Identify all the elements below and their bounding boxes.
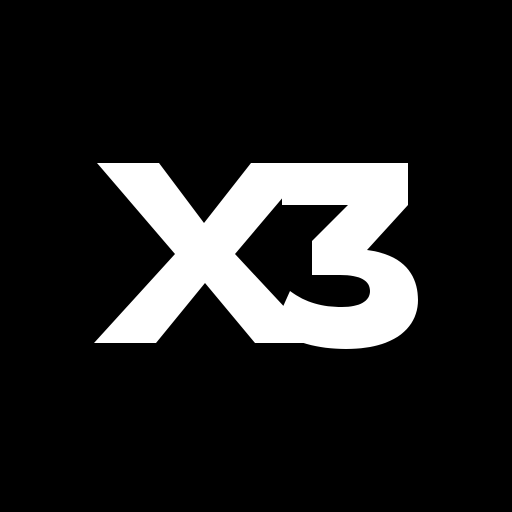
x3-logo: X3 — [94, 163, 418, 349]
three-glyph — [273, 163, 418, 349]
app-icon-canvas: X3 — [0, 0, 512, 512]
x3-logo-glyphs — [94, 163, 418, 349]
